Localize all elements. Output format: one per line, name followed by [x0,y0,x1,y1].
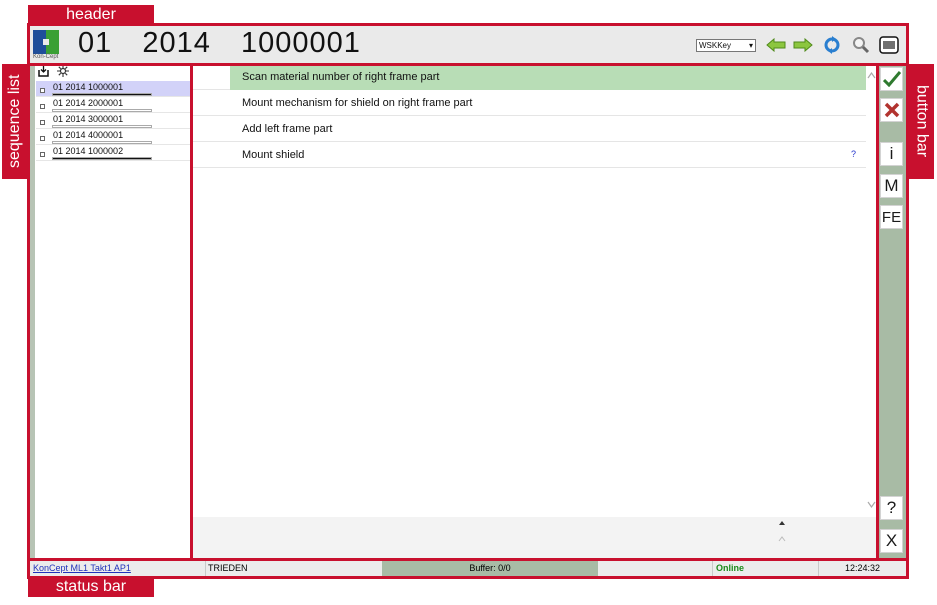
checklist-frame [190,63,880,561]
button-bar-frame [876,63,909,561]
sequence-list-frame [27,63,193,561]
header-annotation: header [28,5,154,25]
status-bar-annotation: status bar [28,577,154,597]
header-frame [27,23,909,66]
status-bar-frame [27,558,909,579]
button-bar-annotation: button bar [909,64,934,179]
sequence-list-annotation: sequence list [2,64,28,179]
